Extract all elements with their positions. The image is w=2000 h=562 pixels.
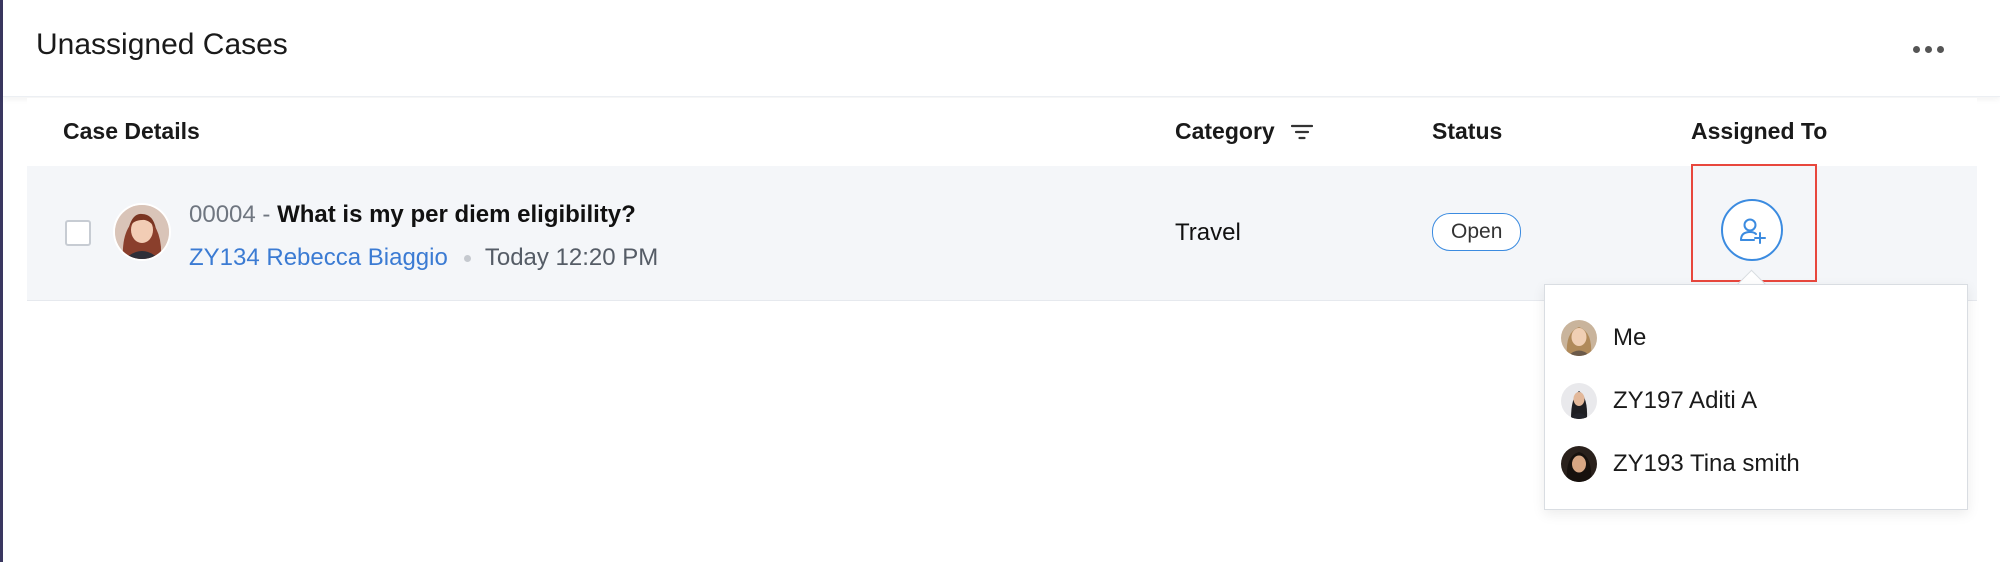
- row-select-checkbox[interactable]: [65, 220, 91, 246]
- case-id: 00004 -: [189, 201, 271, 228]
- case-category: Travel: [1175, 219, 1241, 246]
- user-avatar-me-icon: [1561, 320, 1597, 356]
- assign-option-tina[interactable]: ZY193 Tina smith: [1545, 434, 1967, 494]
- page-title: Unassigned Cases: [36, 28, 288, 61]
- more-dot-icon: [1912, 45, 1920, 53]
- assign-option-label: ZY197 Aditi A: [1613, 387, 1758, 414]
- assign-user-button[interactable]: [1721, 199, 1783, 261]
- more-options-button[interactable]: [1908, 34, 1948, 64]
- requester-avatar: [115, 205, 169, 259]
- assign-option-label: ZY193 Tina smith: [1613, 450, 1800, 477]
- column-header-category[interactable]: Category: [1175, 118, 1313, 145]
- requester-link[interactable]: ZY134 Rebecca Biaggio: [189, 244, 448, 272]
- table-header: Case Details Category Status Assigned To: [27, 98, 1977, 167]
- separator-dot: [463, 254, 471, 262]
- case-subject-link[interactable]: What is my per diem eligibility?: [277, 201, 636, 228]
- more-dot-icon: [1924, 45, 1932, 53]
- assign-option-me[interactable]: Me: [1545, 308, 1967, 368]
- column-header-case-details: Case Details: [63, 118, 200, 144]
- status-badge: Open: [1432, 213, 1522, 251]
- panel-header: Unassigned Cases: [3, 0, 2000, 97]
- case-title-line: 00004 - What is my per diem eligibility?: [189, 201, 636, 229]
- assign-option-label: Me: [1613, 324, 1647, 351]
- column-header-assigned-to: Assigned To: [1691, 118, 1828, 144]
- assign-option-aditi[interactable]: ZY197 Aditi A: [1545, 371, 1967, 431]
- column-header-status: Status: [1432, 118, 1503, 144]
- column-header-category-label: Category: [1175, 118, 1275, 144]
- assign-dropdown: Me ZY197 Aditi A ZY193 Tina smith: [1544, 284, 1968, 510]
- user-avatar-aditi-icon: [1561, 383, 1597, 419]
- add-user-icon: [1740, 218, 1766, 244]
- case-meta-line: ZY134 Rebecca Biaggio Today 12:20 PM: [189, 244, 658, 272]
- more-dot-icon: [1936, 45, 1944, 53]
- unassigned-cases-panel: Unassigned Cases Case Details Category S…: [3, 0, 2000, 562]
- case-timestamp: Today 12:20 PM: [484, 244, 659, 271]
- filter-icon[interactable]: [1290, 123, 1313, 141]
- user-avatar-tina-icon: [1561, 446, 1597, 482]
- table-row[interactable]: 00004 - What is my per diem eligibility?…: [27, 164, 1977, 301]
